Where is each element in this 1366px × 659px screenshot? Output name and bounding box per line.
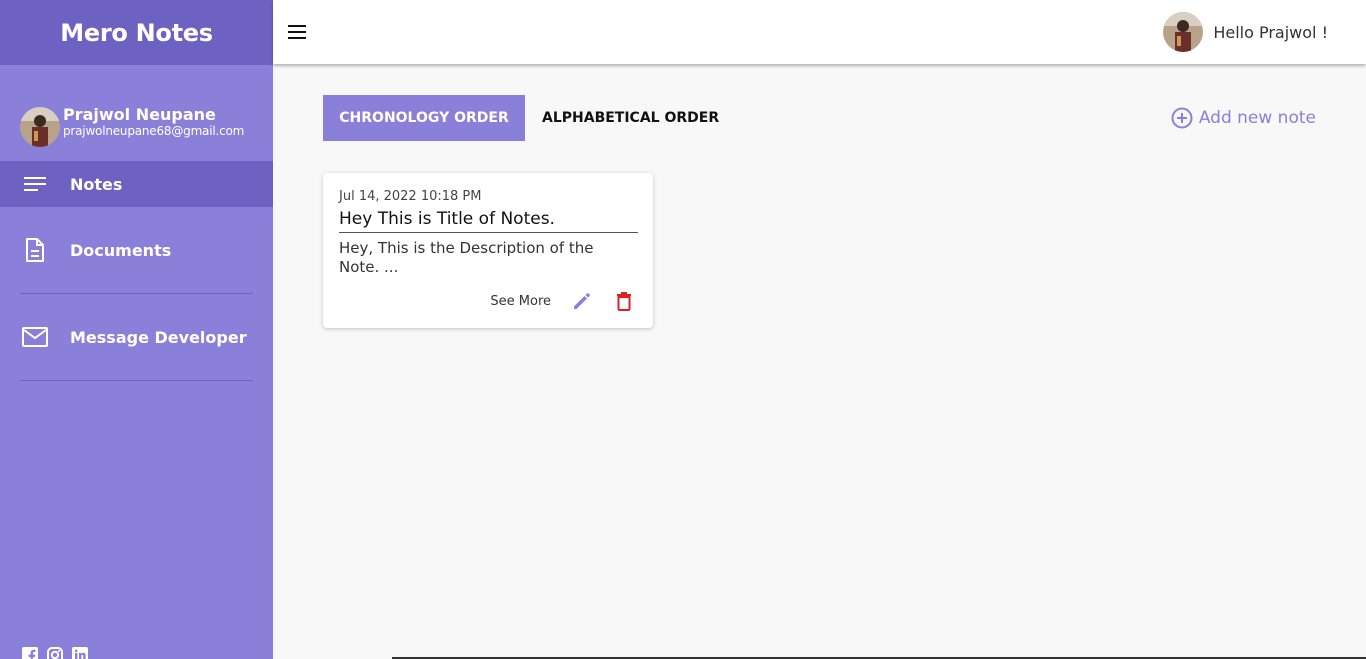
edit-icon[interactable] — [571, 290, 593, 312]
sidebar-item-label: Documents — [70, 240, 172, 260]
linkedin-icon[interactable] — [72, 647, 88, 659]
profile-name: Prajwol Neupane — [63, 104, 216, 124]
document-icon — [22, 237, 48, 263]
see-more-button[interactable]: See More — [490, 294, 551, 309]
note-description: Hey, This is the Description of the Note… — [339, 239, 594, 276]
add-new-note-label: Add new note — [1198, 108, 1316, 128]
sidebar-item-documents[interactable]: Documents — [0, 227, 273, 273]
sidebar-item-label: Message Developer — [70, 327, 247, 347]
profile-email: prajwolneupane68@gmail.com — [63, 123, 245, 138]
top-bar: Hello Prajwol ! — [273, 0, 1366, 64]
add-circle-icon — [1171, 107, 1193, 129]
avatar — [1163, 12, 1204, 52]
mail-icon — [22, 324, 48, 350]
notes-icon — [22, 171, 48, 197]
social-links — [22, 647, 88, 659]
sidebar-divider — [20, 293, 253, 294]
menu-icon[interactable] — [287, 22, 307, 42]
note-card: Jul 14, 2022 10:18 PM Hey This is Title … — [323, 173, 653, 328]
alphabetical-order-button[interactable]: ALPHABETICAL ORDER — [542, 110, 719, 126]
add-new-note-button[interactable]: Add new note — [1171, 107, 1316, 129]
sort-toolbar: CHRONOLOGY ORDER ALPHABETICAL ORDER — [323, 95, 719, 141]
user-greeting[interactable]: Hello Prajwol ! — [1163, 12, 1328, 52]
sidebar: Mero Notes Prajwol Neupane prajwolneupan… — [0, 0, 273, 659]
note-date: Jul 14, 2022 10:18 PM — [339, 189, 482, 204]
user-profile: Prajwol Neupane prajwolneupane68@gmail.c… — [0, 65, 273, 161]
sidebar-item-notes[interactable]: Notes — [0, 161, 273, 207]
sidebar-item-label: Notes — [70, 174, 123, 194]
note-title: Hey This is Title of Notes. — [339, 209, 638, 233]
sidebar-item-message-developer[interactable]: Message Developer — [0, 314, 273, 360]
facebook-icon[interactable] — [22, 647, 38, 659]
brand-title: Mero Notes — [0, 0, 273, 65]
delete-icon[interactable] — [613, 290, 635, 312]
instagram-icon[interactable] — [47, 647, 63, 659]
sidebar-divider — [20, 380, 253, 381]
chronology-order-button[interactable]: CHRONOLOGY ORDER — [323, 95, 525, 141]
avatar — [20, 107, 60, 147]
greeting-text: Hello Prajwol ! — [1213, 22, 1328, 42]
note-actions: See More — [490, 290, 635, 312]
